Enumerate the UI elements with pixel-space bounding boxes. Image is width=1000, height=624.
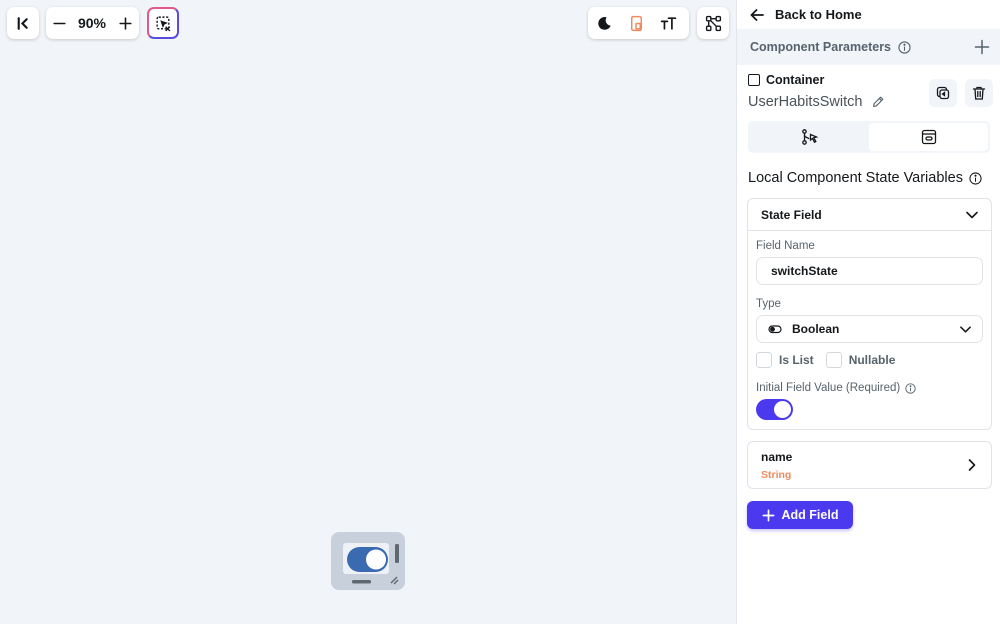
toggle-icon [768,325,782,334]
duplicate-icon [936,86,950,100]
properties-panel: Back to Home Component Parameters Contai… [736,0,1000,624]
component-parameters-label: Component Parameters [750,40,892,54]
type-value: Boolean [792,322,840,336]
trash-icon [972,86,986,100]
arrow-left-icon [750,8,764,21]
switch-knob [774,401,791,418]
delete-button[interactable] [965,79,993,107]
type-dropdown[interactable]: Boolean [756,315,983,343]
info-icon [905,382,916,394]
device-preview-button[interactable] [620,7,652,39]
back-to-home-link[interactable]: Back to Home [737,0,1000,29]
back-label: Back to Home [775,7,862,22]
switch-component-preview[interactable] [331,532,405,590]
chevron-right-icon [968,459,976,471]
device-preview-icon [630,15,642,31]
state-field-title: State Field [761,207,822,222]
add-parameter-icon[interactable] [974,39,990,55]
collapse-left-icon [17,16,28,30]
initial-value-switch[interactable] [756,399,793,420]
field-name-label: Field Name [756,240,815,252]
text-scale-icon [660,16,676,30]
component-parameters-bar: Component Parameters [737,29,1000,65]
switch-preview-icon [343,543,399,585]
tab-component-state[interactable] [869,123,988,151]
field-name-input[interactable]: switchState [756,257,983,285]
plus-icon [762,509,774,521]
field-options-row: Is List Nullable [756,352,983,368]
dark-mode-icon [597,16,611,30]
info-icon [898,40,911,54]
add-field-button[interactable]: Add Field [747,501,853,529]
state-field-header[interactable]: State Field [748,199,991,231]
zoom-level: 90% [77,15,107,31]
zoom-in-icon [118,16,132,30]
zoom-out-button[interactable] [46,7,72,39]
highlight-toggle-button[interactable] [147,7,179,39]
zoom-control: 90% [46,7,139,39]
state-field-card: State Field Field Name switchState Type … [747,198,992,430]
collapse-panel-group [7,7,39,39]
component-header: Container UserHabitsSwitch [737,65,1000,121]
is-list-label: Is List [779,353,814,367]
duplicate-button[interactable] [929,79,957,107]
tab-actions[interactable] [750,123,869,151]
zoom-out-icon [52,22,66,24]
nullable-label: Nullable [848,353,896,367]
container-checkbox-icon [748,74,760,86]
canvas: 90% [0,0,736,624]
widget-tree-group [697,7,729,39]
dark-mode-button[interactable] [588,7,620,39]
chevron-down-icon [966,211,978,218]
nullable-checkbox[interactable] [825,352,842,368]
local-state-section-header: Local Component State Variables [737,170,1000,186]
initial-value-label: Initial Field Value (Required) [756,382,901,394]
widget-tree-icon [705,15,721,31]
info-icon [969,171,982,185]
highlight-toggle-icon [155,15,170,31]
type-label: Type [756,298,781,310]
component-name: UserHabitsSwitch [748,94,863,110]
is-list-checkbox[interactable] [756,352,772,368]
action-flow-icon [801,129,818,145]
view-options-group [588,7,689,39]
field-type: String [761,469,792,481]
chevron-down-icon [960,325,971,333]
add-field-label: Add Field [781,508,839,522]
widget-tree-button[interactable] [697,7,729,39]
panel-tab-switcher [748,121,990,153]
field-card-name[interactable]: name String [747,441,992,489]
local-state-section-title: Local Component State Variables [748,170,963,186]
edit-name-icon[interactable] [871,95,885,109]
component-state-icon [921,129,936,145]
collapse-left-button[interactable] [7,7,39,39]
zoom-in-button[interactable] [112,7,138,39]
text-scale-button[interactable] [652,7,684,39]
field-name: name [761,450,793,464]
component-type-label: Container [766,73,825,87]
